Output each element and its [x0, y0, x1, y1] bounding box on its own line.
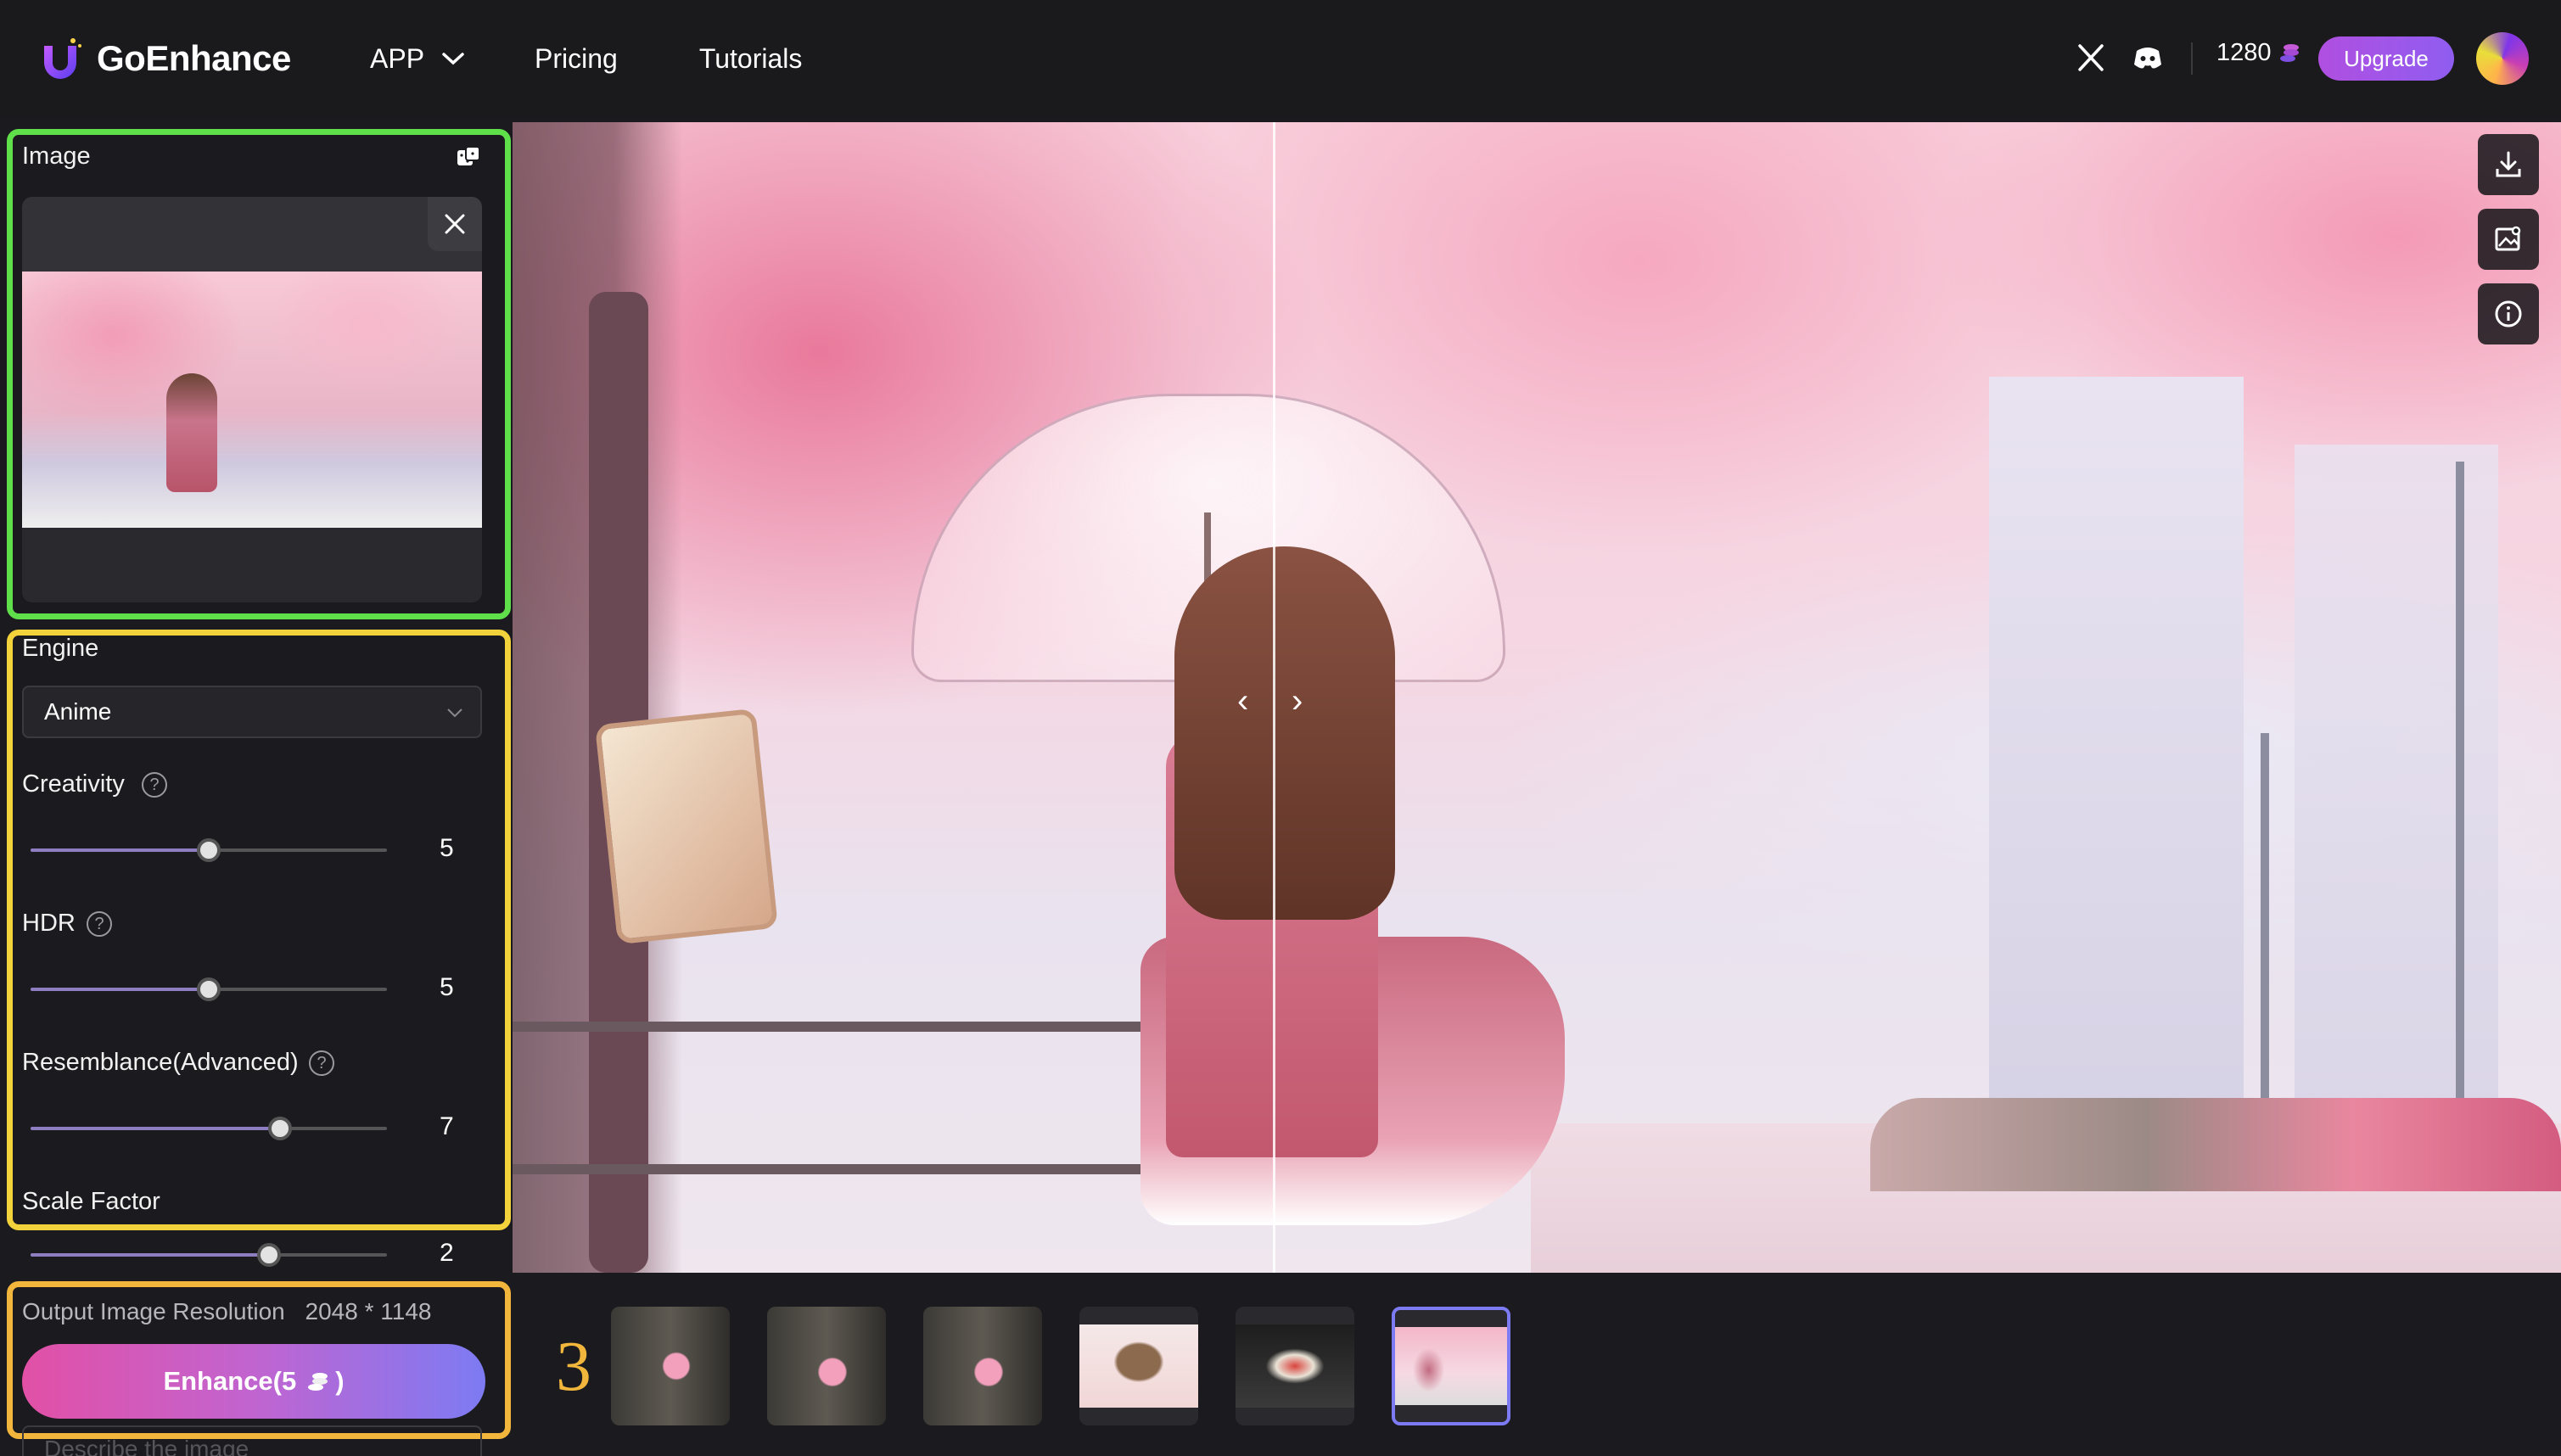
- engine-label: Engine: [22, 635, 99, 662]
- hdr-slider[interactable]: [31, 977, 387, 1001]
- thumbnail-image: [1236, 1324, 1354, 1408]
- scene-hair: [1174, 546, 1395, 920]
- slider-handle[interactable]: [197, 977, 221, 1001]
- info-button[interactable]: [2478, 283, 2539, 344]
- resemblance-value: 7: [440, 1112, 454, 1140]
- slider-handle[interactable]: [268, 1117, 292, 1140]
- thumbnail-image: [923, 1307, 1042, 1425]
- logo-icon: [44, 38, 81, 79]
- output-resolution-value: 2048 * 1148: [305, 1298, 432, 1324]
- brand-name: GoEnhance: [97, 38, 291, 78]
- chevron-down-icon: [442, 53, 464, 65]
- scene-bushes: [1870, 1098, 2561, 1191]
- x-twitter-icon[interactable]: [2076, 42, 2106, 73]
- credits-counter: 1280: [2216, 39, 2302, 67]
- image-section-label: Image: [22, 143, 91, 170]
- close-icon: [445, 214, 465, 234]
- top-bar: GoEnhance APP Pricing Tutorials 1280 Upg…: [0, 0, 2561, 117]
- scene-pole: [2261, 733, 2269, 1140]
- coins-icon: [2279, 43, 2299, 62]
- preview-figure: [166, 373, 217, 492]
- slider-fill: [31, 1127, 280, 1130]
- describe-input[interactable]: Describe the image: [22, 1425, 482, 1456]
- engine-select-value: Anime: [44, 698, 112, 725]
- nav-app-label: APP: [370, 42, 425, 74]
- credits-value: 1280: [2216, 39, 2272, 66]
- user-avatar[interactable]: [2476, 32, 2529, 85]
- thumbnail-image: [1395, 1326, 1507, 1406]
- annotation-3: 3: [556, 1327, 591, 1406]
- comparison-canvas[interactable]: ‹ ›: [513, 122, 2561, 1273]
- download-icon: [2496, 151, 2521, 177]
- upgrade-button[interactable]: Upgrade: [2318, 36, 2454, 81]
- slider-fill: [31, 848, 209, 852]
- slider-handle[interactable]: [197, 838, 221, 862]
- image-upload-area[interactable]: [22, 197, 482, 602]
- resemblance-slider[interactable]: [31, 1117, 387, 1140]
- nav-tutorials-label: Tutorials: [698, 42, 803, 74]
- thumbnail-image: [767, 1307, 886, 1425]
- upload-header: [22, 197, 482, 272]
- scene-fence: [513, 1022, 1157, 1174]
- enhance-button-label: Enhance(5: [163, 1366, 297, 1396]
- history-thumbnail[interactable]: [1079, 1307, 1198, 1425]
- nav-pricing-label: Pricing: [535, 42, 618, 74]
- thumbnail-image: [611, 1307, 730, 1425]
- brand-logo[interactable]: GoEnhance: [36, 31, 291, 87]
- history-thumbnail[interactable]: [1236, 1307, 1354, 1425]
- main-nav: APP Pricing Tutorials: [370, 32, 802, 85]
- enhance-button[interactable]: Enhance(5 ): [22, 1344, 485, 1419]
- hdr-label: HDR: [22, 910, 76, 937]
- nav-tutorials[interactable]: Tutorials: [699, 43, 803, 75]
- info-icon: [2495, 300, 2522, 328]
- creativity-slider[interactable]: [31, 838, 387, 862]
- nav-app[interactable]: APP: [370, 43, 465, 75]
- comparison-divider[interactable]: [1273, 122, 1275, 1273]
- history-thumbnail[interactable]: [767, 1307, 886, 1425]
- scale-factor-slider[interactable]: [31, 1243, 387, 1267]
- help-icon[interactable]: ?: [309, 1050, 334, 1076]
- image-edit-icon: [2495, 226, 2521, 251]
- scene-building: [1989, 377, 2244, 1123]
- history-thumbnail-selected[interactable]: [1392, 1307, 1510, 1425]
- download-button[interactable]: [2478, 134, 2539, 195]
- remove-image-button[interactable]: [428, 197, 482, 251]
- scale-factor-label: Scale Factor: [22, 1188, 160, 1215]
- hdr-value: 5: [440, 973, 454, 1001]
- creativity-value: 5: [440, 834, 454, 862]
- chevron-right-icon[interactable]: ›: [1292, 682, 1303, 720]
- discord-icon[interactable]: [2132, 42, 2164, 73]
- scale-factor-value: 2: [440, 1239, 454, 1267]
- scene-pole: [2456, 462, 2464, 1140]
- thumbnail-image: [1079, 1324, 1198, 1408]
- help-icon[interactable]: ?: [87, 911, 112, 937]
- coins-icon: [308, 1373, 328, 1391]
- chevron-down-icon: [447, 708, 462, 718]
- resemblance-label: Resemblance(Advanced): [22, 1049, 299, 1076]
- slider-fill: [31, 1253, 270, 1257]
- creativity-label: Creativity: [22, 770, 125, 798]
- scene-sign: [594, 708, 779, 945]
- help-icon[interactable]: ?: [142, 772, 167, 798]
- history-thumbnail[interactable]: [923, 1307, 1042, 1425]
- toolbar-divider: [2191, 42, 2193, 75]
- enhance-button-suffix: ): [335, 1366, 345, 1396]
- output-resolution: Output Image Resolution 2048 * 1148: [22, 1298, 432, 1325]
- output-resolution-label: Output Image Resolution: [22, 1298, 285, 1324]
- slider-fill: [31, 988, 209, 991]
- scene-building: [2295, 445, 2498, 1123]
- random-dice-icon[interactable]: [455, 144, 482, 171]
- chevron-left-icon[interactable]: ‹: [1237, 682, 1248, 720]
- engine-select[interactable]: Anime: [22, 686, 482, 738]
- history-thumbnail[interactable]: [611, 1307, 730, 1425]
- nav-pricing[interactable]: Pricing: [535, 43, 618, 75]
- edit-image-button[interactable]: [2478, 209, 2539, 270]
- uploaded-image-preview: [22, 272, 482, 528]
